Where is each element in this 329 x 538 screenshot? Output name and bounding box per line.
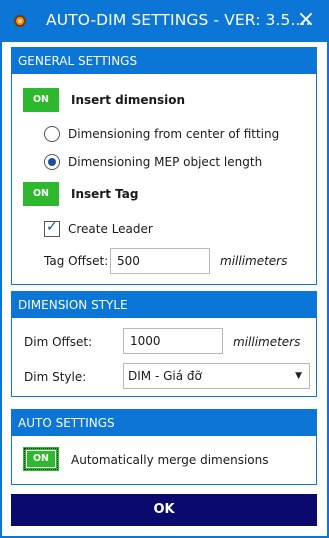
insert-dimension-label: Insert dimension [71,93,186,107]
dialog-body: GENERAL SETTINGS ON Insert dimension Dim… [2,42,327,536]
dim-offset-unit: millimeters [233,335,301,349]
close-icon[interactable]: × [295,9,317,31]
dimension-style-group: DIMENSION STYLE Dim Offset: 1000 millime… [11,291,317,397]
dim-style-dropdown[interactable]: DIM - Giá đỡ ▼ [123,363,310,389]
radio-center-of-fitting-label[interactable]: Dimensioning from center of fitting [68,127,279,141]
tag-offset-unit: millimeters [220,254,288,268]
auto-settings-group: AUTO SETTINGS ON Automatically merge dim… [11,409,317,485]
insert-dimension-toggle[interactable]: ON [23,88,59,112]
create-leader-checkbox[interactable]: ✓ [44,219,60,237]
dim-style-value: DIM - Giá đỡ [128,369,202,383]
merge-dimensions-toggle[interactable]: ON [23,447,59,471]
general-settings-group: GENERAL SETTINGS ON Insert dimension Dim… [11,47,317,285]
merge-dimensions-label: Automatically merge dimensions [71,453,269,467]
tag-offset-label: Tag Offset: [44,254,109,268]
title-bar[interactable]: AUTO-DIM SETTINGS - VER: 3.5.... × [0,0,329,42]
ok-button[interactable]: OK [11,494,317,526]
checkmark-icon: ✓ [46,219,58,235]
tag-offset-input[interactable]: 500 [110,248,210,274]
create-leader-label[interactable]: Create Leader [68,222,153,236]
insert-tag-toggle[interactable]: ON [23,182,59,206]
chevron-down-icon: ▼ [295,371,302,381]
radio-mep-object-length[interactable] [44,154,60,170]
insert-tag-label: Insert Tag [71,187,139,201]
dim-style-label: Dim Style: [24,370,87,384]
window-title: AUTO-DIM SETTINGS - VER: 3.5.... [46,11,311,29]
radio-center-of-fitting[interactable] [44,126,60,142]
radio-mep-object-length-label[interactable]: Dimensioning MEP object length [68,155,262,169]
app-settings-icon [14,15,26,27]
dim-offset-label: Dim Offset: [24,335,93,349]
general-settings-header: GENERAL SETTINGS [12,48,316,74]
settings-window: AUTO-DIM SETTINGS - VER: 3.5.... × GENER… [0,0,329,538]
dim-offset-input[interactable]: 1000 [123,328,223,354]
dimension-style-header: DIMENSION STYLE [12,292,316,318]
auto-settings-header: AUTO SETTINGS [12,410,316,436]
